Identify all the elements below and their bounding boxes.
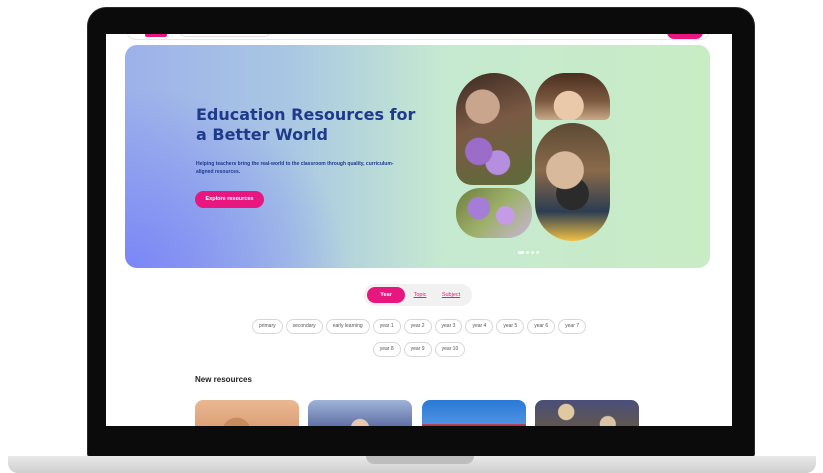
top-navbar (126, 34, 710, 40)
resource-card[interactable] (422, 400, 526, 426)
chip-year-7[interactable]: year 7 (558, 319, 587, 334)
hero-banner: Education Resources for a Better World H… (125, 45, 710, 268)
carousel-dots (518, 251, 539, 254)
chip-year-10[interactable]: year 10 (434, 342, 466, 357)
carousel-dot[interactable] (526, 251, 529, 254)
nav-action-button[interactable] (667, 34, 703, 39)
browser-screen: Education Resources for a Better World H… (106, 34, 732, 426)
chip-early-learning[interactable]: early learning (325, 319, 370, 334)
chip-year-9[interactable]: year 9 (403, 342, 432, 357)
filter-tabs: Year Topic Subject (364, 284, 472, 306)
chip-year-1[interactable]: year 1 (372, 319, 401, 334)
tab-subject[interactable]: Subject (436, 287, 466, 303)
carousel-dot[interactable] (531, 251, 534, 254)
collage-image-child-magnifier (535, 123, 610, 241)
chip-secondary[interactable]: secondary (285, 319, 323, 334)
collage-image-flowers (456, 188, 532, 238)
tab-year[interactable]: Year (367, 287, 405, 303)
collage-image-child-top (535, 73, 610, 120)
chip-year-2[interactable]: year 2 (403, 319, 432, 334)
chip-year-5[interactable]: year 5 (496, 319, 525, 334)
carousel-dot[interactable] (536, 251, 539, 254)
year-chips-row-2: year 8 year 9 year 10 (106, 342, 732, 357)
resource-card[interactable] (195, 400, 299, 426)
resource-card[interactable] (535, 400, 639, 426)
chip-year-4[interactable]: year 4 (465, 319, 494, 334)
carousel-dot[interactable] (518, 251, 524, 254)
site-logo[interactable] (145, 34, 167, 37)
search-input[interactable] (179, 34, 271, 37)
hero-subtitle: Helping teachers bring the real-world to… (196, 161, 394, 175)
explore-resources-button[interactable]: Explore resources (195, 191, 264, 208)
chip-year-3[interactable]: year 3 (434, 319, 463, 334)
year-chips-row-1: primary secondary early learning year 1 … (106, 319, 732, 334)
laptop-notch (366, 456, 474, 464)
hero-image-collage (455, 73, 615, 241)
resource-card[interactable] (308, 400, 412, 426)
hero-title: Education Resources for a Better World (196, 105, 416, 144)
tab-topic[interactable]: Topic (408, 287, 432, 303)
new-resources-heading: New resources (195, 375, 252, 384)
chip-year-6[interactable]: year 6 (527, 319, 556, 334)
collage-image-girl-magnifier (456, 73, 532, 185)
chip-primary[interactable]: primary (251, 319, 283, 334)
chip-year-8[interactable]: year 8 (372, 342, 401, 357)
